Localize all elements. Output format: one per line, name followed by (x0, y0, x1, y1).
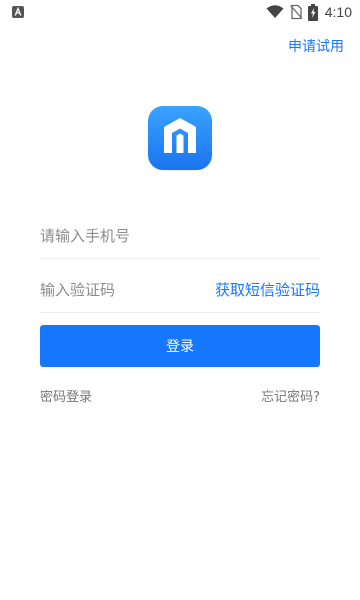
status-bar: 4:10 (0, 0, 360, 24)
notification-a-icon (12, 6, 24, 18)
battery-charging-icon (307, 3, 318, 21)
phone-input[interactable] (40, 214, 320, 258)
forgot-password-link[interactable]: 忘记密码? (261, 386, 320, 405)
verification-code-input[interactable] (40, 268, 200, 312)
app-logo-icon (164, 118, 196, 153)
password-login-link[interactable]: 密码登录 (40, 386, 92, 405)
phone-field (40, 214, 320, 259)
code-field: 获取短信验证码 (40, 268, 320, 313)
app-logo (148, 106, 212, 170)
status-time: 4:10 (324, 4, 352, 20)
status-icons: 4:10 (266, 3, 352, 21)
login-button[interactable]: 登录 (40, 325, 320, 367)
wifi-icon (266, 5, 284, 18)
get-sms-code-button[interactable]: 获取短信验证码 (215, 268, 320, 312)
apply-trial-link[interactable]: 申请试用 (288, 36, 344, 56)
no-sim-icon (289, 4, 303, 20)
